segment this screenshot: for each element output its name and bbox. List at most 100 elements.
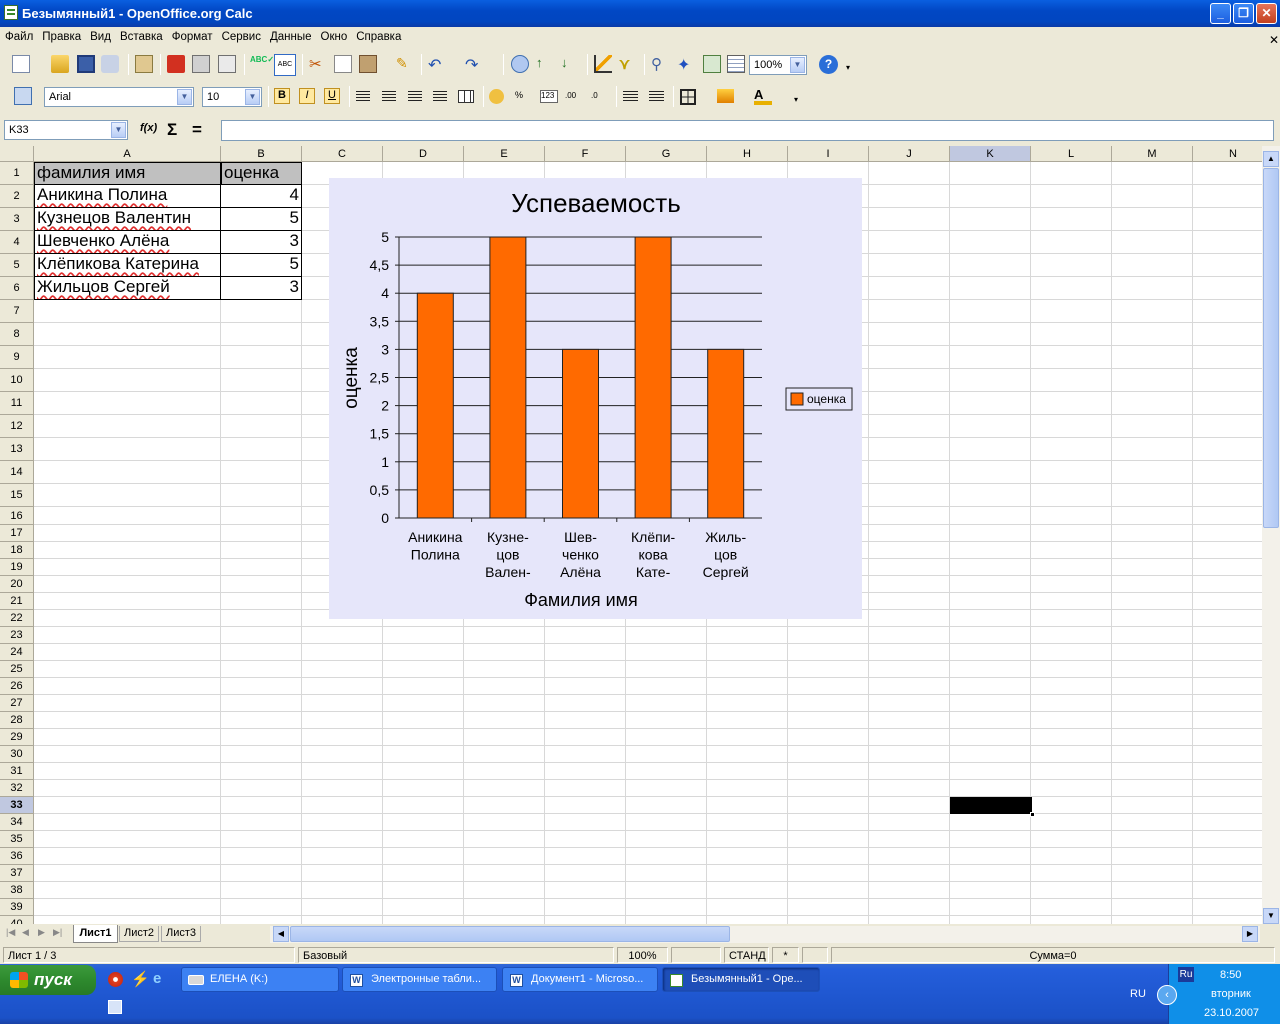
background-color-icon[interactable]: [717, 89, 734, 103]
hyperlink-icon[interactable]: [511, 55, 529, 73]
navigator-icon[interactable]: ✦: [677, 55, 695, 74]
row-header[interactable]: 26: [0, 678, 34, 695]
row-header[interactable]: 33: [0, 797, 34, 814]
function-icon[interactable]: =: [192, 120, 210, 139]
scroll-up-icon[interactable]: ▲: [1263, 151, 1279, 167]
row-header[interactable]: 2: [0, 185, 34, 208]
row-header[interactable]: 1: [0, 162, 34, 185]
sort-ascending-icon[interactable]: ↑: [536, 55, 554, 73]
paste-icon[interactable]: [359, 55, 377, 73]
sheet-tab-1[interactable]: Лист1: [73, 925, 118, 943]
font-color-icon[interactable]: A: [754, 87, 772, 105]
toolbar-overflow-icon[interactable]: ▾: [846, 63, 856, 81]
column-header[interactable]: E: [464, 146, 545, 162]
column-header[interactable]: C: [302, 146, 383, 162]
function-wizard-icon[interactable]: f(x): [140, 122, 158, 140]
row-header[interactable]: 10: [0, 369, 34, 392]
spellcheck-icon[interactable]: ABC✓: [250, 55, 274, 73]
chevron-down-icon[interactable]: ▼: [111, 122, 126, 138]
justify-icon[interactable]: [433, 91, 447, 103]
row-header[interactable]: 23: [0, 627, 34, 644]
next-sheet-icon[interactable]: ▶: [38, 927, 45, 938]
opera-icon[interactable]: [108, 972, 123, 987]
table-header-name[interactable]: фамилия имя: [34, 162, 221, 185]
print-icon[interactable]: [192, 55, 210, 73]
row-header[interactable]: 19: [0, 559, 34, 576]
table-row-score[interactable]: 4: [221, 185, 302, 208]
menu-format[interactable]: Формат: [167, 28, 217, 43]
table-row-name[interactable]: Кузнецов Валентин: [34, 208, 221, 231]
email-icon[interactable]: [101, 55, 119, 73]
table-row-score[interactable]: 5: [221, 208, 302, 231]
row-header[interactable]: 22: [0, 610, 34, 627]
sort-descending-icon[interactable]: ↓: [561, 55, 579, 73]
last-sheet-icon[interactable]: ▶|: [53, 927, 62, 938]
row-header[interactable]: 37: [0, 865, 34, 882]
row-header[interactable]: 30: [0, 746, 34, 763]
row-header[interactable]: 29: [0, 729, 34, 746]
scroll-thumb[interactable]: [1263, 168, 1279, 528]
column-header[interactable]: G: [626, 146, 707, 162]
row-header[interactable]: 32: [0, 780, 34, 797]
row-header[interactable]: 4: [0, 231, 34, 254]
desktop-icon[interactable]: [108, 1000, 122, 1014]
column-header[interactable]: N: [1193, 146, 1262, 162]
currency-format-icon[interactable]: [489, 89, 504, 104]
maximize-button[interactable]: ❐: [1233, 3, 1254, 24]
open-icon[interactable]: [51, 55, 69, 73]
underline-button[interactable]: U: [324, 88, 340, 104]
row-header[interactable]: 9: [0, 346, 34, 369]
chevron-down-icon[interactable]: ▼: [790, 57, 805, 73]
row-header[interactable]: 17: [0, 525, 34, 542]
scroll-right-icon[interactable]: ▶: [1242, 926, 1258, 942]
start-button[interactable]: пуск: [0, 965, 96, 995]
task-calc[interactable]: Безымянный1 - Ope...: [662, 967, 820, 992]
row-header[interactable]: 25: [0, 661, 34, 678]
align-left-icon[interactable]: [356, 91, 370, 103]
percent-format-icon[interactable]: %: [515, 90, 533, 108]
column-header[interactable]: B: [221, 146, 302, 162]
status-page-style[interactable]: Базовый: [298, 947, 614, 963]
row-header[interactable]: 38: [0, 882, 34, 899]
row-header[interactable]: 6: [0, 277, 34, 300]
toolbar-overflow-icon[interactable]: ▾: [794, 95, 804, 113]
row-header[interactable]: 13: [0, 438, 34, 461]
row-header[interactable]: 24: [0, 644, 34, 661]
font-size-select[interactable]: 10 ▼: [202, 87, 262, 107]
quick-launch-icon[interactable]: ⚡: [131, 970, 150, 988]
undo-icon[interactable]: ↶: [428, 55, 446, 74]
gallery-icon[interactable]: [703, 55, 721, 73]
show-hidden-icons-icon[interactable]: ‹: [1157, 985, 1177, 1005]
scroll-left-icon[interactable]: ◀: [273, 926, 289, 942]
row-header[interactable]: 14: [0, 461, 34, 484]
merge-cells-icon[interactable]: [458, 90, 474, 103]
row-header[interactable]: 35: [0, 831, 34, 848]
menu-file[interactable]: Файл: [0, 28, 37, 43]
row-header[interactable]: 8: [0, 323, 34, 346]
datapilot-icon[interactable]: ⋎: [619, 55, 637, 73]
column-header[interactable]: A: [34, 146, 221, 162]
decrease-indent-icon[interactable]: [623, 91, 638, 103]
export-pdf-icon[interactable]: [167, 55, 185, 73]
row-header[interactable]: 7: [0, 300, 34, 323]
add-decimal-icon[interactable]: .00: [565, 91, 583, 109]
select-all-corner[interactable]: [0, 146, 34, 162]
column-header[interactable]: L: [1031, 146, 1112, 162]
active-cell[interactable]: [950, 797, 1032, 814]
row-header[interactable]: 27: [0, 695, 34, 712]
menu-insert[interactable]: Вставка: [115, 28, 167, 43]
row-header[interactable]: 21: [0, 593, 34, 610]
copy-icon[interactable]: [334, 55, 352, 73]
task-drive[interactable]: ЕЛЕНА (K:): [181, 967, 339, 992]
save-icon[interactable]: [77, 55, 95, 73]
table-row-name[interactable]: Жильцов Сергей: [34, 277, 221, 300]
close-document-icon[interactable]: ✕: [1264, 30, 1280, 47]
align-right-icon[interactable]: [408, 91, 422, 103]
cut-icon[interactable]: ✂: [309, 55, 327, 73]
chevron-down-icon[interactable]: ▼: [177, 89, 192, 105]
row-header[interactable]: 36: [0, 848, 34, 865]
table-header-score[interactable]: оценка: [221, 162, 302, 185]
table-row-score[interactable]: 3: [221, 277, 302, 300]
column-header[interactable]: D: [383, 146, 464, 162]
sum-icon[interactable]: Σ: [167, 120, 185, 139]
